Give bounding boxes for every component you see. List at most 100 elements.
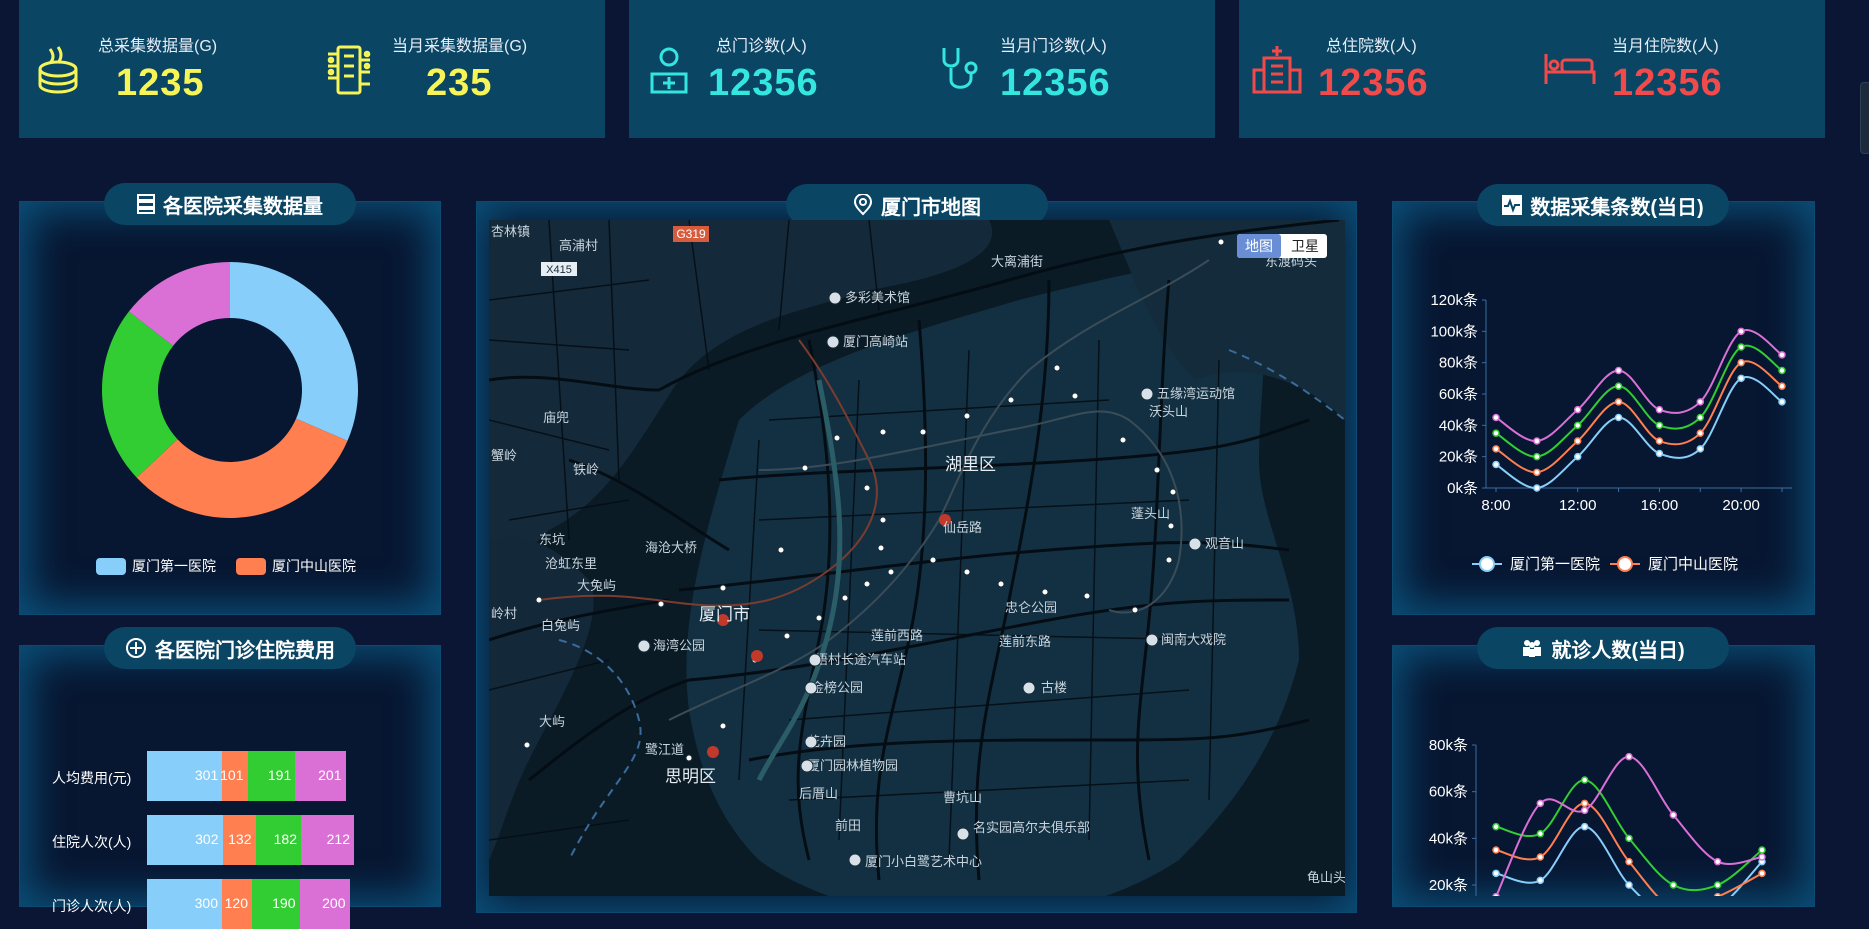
people-group-icon (1523, 640, 1542, 657)
map-toggle-map[interactable]: 地图 (1245, 238, 1273, 254)
x-tick-label: 20:00 (1722, 497, 1760, 514)
panel-title-text: 就诊人数(当日) (1551, 639, 1685, 662)
stat-value: 12356 (1318, 62, 1429, 104)
legend-label[interactable]: 厦门第一医院 (1510, 555, 1600, 573)
line-point (1713, 881, 1722, 889)
legend-label[interactable]: 厦门中山医院 (1648, 555, 1738, 573)
place-label: 多彩美术馆 (845, 290, 910, 305)
line-point (1580, 776, 1589, 784)
hospital-bed-icon (1544, 54, 1596, 84)
line-point (1536, 829, 1545, 838)
x-tick-label: 12:00 (1559, 497, 1597, 514)
bar-segment[interactable]: 182 (255, 815, 301, 865)
panel-title-text: 数据采集条数(当日) (1530, 196, 1704, 219)
stat-month-inpatient: 当月住院数(人) 12356 (1544, 0, 1784, 138)
place-label: 后厝山 (799, 786, 838, 801)
road-badge: G319 (676, 227, 706, 241)
line-point (1625, 752, 1633, 761)
panel-title-daily-collection: 数据采集条数(当日) (1477, 184, 1729, 226)
place-label: 杏林镇 (491, 224, 530, 239)
place-label: 大离浦街 (991, 254, 1043, 269)
district-label: 厦门市 (699, 605, 750, 624)
line-point (1536, 853, 1545, 861)
line-point (1492, 822, 1500, 831)
bar-segment[interactable]: 101 (220, 751, 248, 801)
place-label: 蓬头山 (1131, 506, 1170, 521)
bar-segment[interactable]: 120 (222, 879, 252, 929)
place-label: 大兔屿 (577, 578, 616, 593)
line-point (1580, 822, 1589, 831)
stat-total-inpatient: 总住院数(人) 12356 (1252, 0, 1492, 138)
bar-segment[interactable]: 191 (247, 751, 296, 801)
line-point (1614, 413, 1623, 422)
doctor-icon (650, 47, 688, 94)
line-point (1696, 413, 1705, 422)
line-point (1580, 806, 1589, 815)
place-label: 金榜公园 (811, 680, 863, 695)
line-series-3 (1495, 755, 1763, 896)
stat-label: 总门诊数(人) (716, 38, 807, 55)
place-label: 白兔屿 (541, 618, 580, 633)
place-label: 蟹岭 (491, 448, 517, 463)
bar-value-label: 191 (267, 767, 292, 783)
line-point (1655, 421, 1664, 430)
line-point (1758, 869, 1766, 878)
bar-segment[interactable]: 301 (147, 751, 223, 801)
bar-segment[interactable]: 300 (147, 879, 222, 929)
map-marker (751, 650, 763, 662)
line-point (1536, 799, 1545, 808)
line-point (1669, 811, 1678, 819)
bar-value-label: 301 (194, 767, 219, 783)
line-point (1533, 452, 1541, 461)
place-label: 东坑 (539, 532, 565, 547)
place-label: 沧虹东里 (545, 556, 597, 571)
map-pin-icon (853, 194, 873, 216)
y-tick-label: 60k条 (1429, 784, 1468, 801)
line-point (1492, 460, 1500, 469)
line-point (1625, 881, 1633, 889)
stat-label: 当月住院数(人) (1612, 38, 1719, 55)
place-label: 大屿 (539, 714, 565, 729)
place-label: 仙岳路 (943, 520, 982, 535)
line-point (1614, 398, 1623, 406)
map-toggle-satellite[interactable]: 卫星 (1291, 238, 1319, 254)
bar-segment[interactable]: 201 (295, 751, 346, 801)
place-label: 龟山头 (1307, 870, 1345, 885)
place-label: 厦门高崎站 (843, 334, 908, 349)
bar-segment[interactable]: 190 (252, 879, 300, 929)
stat-total-outpatient: 总门诊数(人) 12356 (646, 0, 886, 138)
scrollbar[interactable] (1860, 82, 1869, 154)
place-label: 观音山 (1205, 536, 1244, 551)
line-point (1778, 351, 1786, 359)
city-map[interactable]: G319 X415 湖里区 厦门市 思明区 杏林镇 高浦村 大离浦街 东渡码头 … (489, 220, 1345, 896)
line-point (1696, 398, 1705, 406)
y-tick-label: 80k条 (1429, 737, 1468, 754)
bar-value-label: 101 (220, 767, 244, 783)
line-point (1492, 413, 1500, 422)
y-tick-label: 80k条 (1439, 355, 1478, 372)
bar-value-label: 302 (195, 831, 219, 847)
bar-segment[interactable]: 200 (299, 879, 350, 929)
place-label: 高浦村 (559, 238, 598, 253)
y-tick-label: 120k条 (1430, 292, 1478, 309)
stat-label: 当月门诊数(人) (1000, 38, 1107, 55)
stat-label: 总住院数(人) (1326, 38, 1417, 55)
bar-segment[interactable]: 212 (301, 815, 354, 865)
line-point (1533, 468, 1541, 477)
line-point (1614, 366, 1623, 375)
stat-value: 12356 (1612, 62, 1723, 104)
district-label: 湖里区 (945, 455, 996, 474)
panel-title-visits: 就诊人数(当日) (1477, 627, 1729, 669)
pulse-chart-icon (1502, 195, 1523, 215)
y-tick-label: 100k条 (1430, 323, 1478, 340)
place-label: 海沧大桥 (645, 540, 697, 555)
bar-segment[interactable]: 132 (222, 815, 256, 865)
place-label: 闽南大戏院 (1161, 632, 1226, 647)
place-label: 沃头山 (1149, 404, 1188, 419)
x-tick-label: 8:00 (1481, 497, 1510, 514)
bar-segment[interactable]: 302 (147, 815, 223, 865)
place-label: 厦门小白鹭艺术中心 (865, 854, 982, 869)
road-badge: X415 (546, 264, 572, 276)
place-label: 莲前东路 (999, 634, 1051, 649)
bar-value-label: 200 (322, 895, 346, 911)
